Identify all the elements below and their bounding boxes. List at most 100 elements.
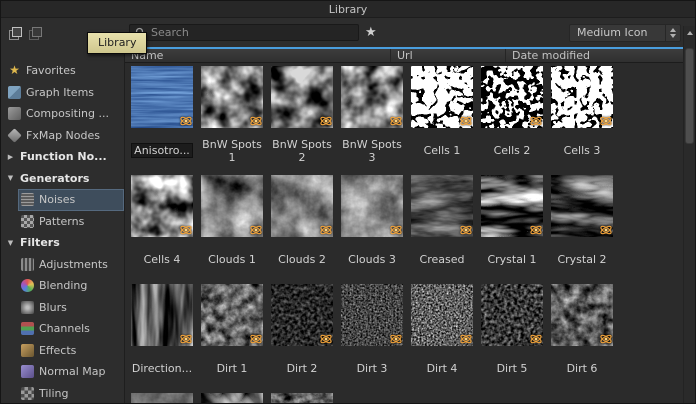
- library-item-creased[interactable]: Creased: [409, 175, 475, 282]
- sidebar-item-blurs[interactable]: Blurs: [18, 297, 124, 319]
- search-box[interactable]: [129, 24, 359, 41]
- library-item-cells-3[interactable]: Cells 3: [549, 66, 615, 173]
- library-item-clouds-3[interactable]: Clouds 3: [339, 175, 405, 282]
- sidebar-item-label: Generators: [20, 171, 90, 185]
- library-item-dirt-gradient[interactable]: Dirt Gradient: [129, 393, 195, 403]
- library-item-anisotro[interactable]: Anisotro...: [129, 66, 195, 173]
- tooltip-text: Library: [98, 36, 137, 49]
- thumbnail-label: BnW Spots 2: [272, 137, 332, 164]
- sidebar-item-adjustments[interactable]: Adjustments: [18, 254, 124, 276]
- thumbnail-image: [201, 393, 263, 403]
- thumbnail-image: [201, 284, 263, 346]
- channels-icon: [21, 322, 34, 336]
- library-item-dirt-1[interactable]: Dirt 1: [199, 284, 265, 391]
- thumbnail-image: [411, 284, 473, 346]
- sidebar-item-fxmap-nodes[interactable]: FxMap Nodes: [1, 125, 124, 147]
- sidebar-item-label: Effects: [39, 343, 77, 357]
- dropdown-spinner-icon[interactable]: [665, 24, 680, 41]
- normalmap-icon: [21, 365, 34, 379]
- generator-badge-icon: [250, 334, 262, 344]
- sidebar-item-compositing[interactable]: Compositing ...: [1, 103, 124, 125]
- column-header-url[interactable]: Url: [391, 49, 506, 62]
- noises-icon: [21, 193, 34, 207]
- sidebar-item-label: Tiling: [39, 386, 69, 400]
- sidebar-item-generators[interactable]: ▼ Generators: [1, 168, 124, 190]
- library-item-dirt-4[interactable]: Dirt 4: [409, 284, 475, 391]
- sidebar-item-noises[interactable]: Noises: [18, 189, 124, 211]
- thumbnail-label: Anisotro...: [132, 144, 192, 157]
- panel-body: Favorites Graph Items Compositing ... Fx…: [1, 47, 695, 404]
- expand-arrow-icon[interactable]: ▼: [6, 174, 15, 182]
- sidebar-item-patterns[interactable]: Patterns: [18, 211, 124, 233]
- sidebar-item-favorites[interactable]: Favorites: [1, 60, 124, 82]
- view-mode-dropdown[interactable]: Medium Icon: [569, 23, 681, 42]
- generator-badge-icon: [460, 225, 472, 235]
- library-item-cells-4[interactable]: Cells 4: [129, 175, 195, 282]
- thumbnail-label: Cells 2: [493, 144, 531, 157]
- generator-badge-icon: [600, 116, 612, 126]
- thumbnail-label: Dirt 1: [216, 362, 248, 375]
- column-header-name[interactable]: Name: [125, 49, 391, 62]
- library-item-dirt-3[interactable]: Dirt 3: [339, 284, 405, 391]
- sidebar-item-normal-map[interactable]: Normal Map: [18, 361, 124, 383]
- library-item-direction[interactable]: Direction...: [129, 284, 195, 391]
- view-mode-value: Medium Icon: [577, 26, 648, 39]
- sidebar-item-function-no[interactable]: ▶ Function No...: [1, 146, 124, 168]
- thumbnail-label: Direction...: [131, 362, 193, 375]
- library-item-dirt-6[interactable]: Dirt 6: [549, 284, 615, 391]
- thumbnail-image: [131, 66, 193, 128]
- generator-badge-icon: [180, 334, 192, 344]
- spinner-up-icon[interactable]: [670, 27, 676, 32]
- generator-badge-icon: [530, 116, 542, 126]
- favorites-filter-icon[interactable]: ★: [365, 24, 377, 41]
- thumbnail-grid: Anisotro... BnW Spots 1 BnW Spots 2 BnW …: [125, 63, 683, 403]
- new-package-icon[interactable]: [6, 24, 24, 42]
- library-item-cells-2[interactable]: Cells 2: [479, 66, 545, 173]
- library-item-fluid[interactable]: Fluid: [199, 393, 265, 403]
- import-package-icon[interactable]: [26, 24, 44, 42]
- sidebar-item-channels[interactable]: Channels: [18, 318, 124, 340]
- library-item-cells-1[interactable]: Cells 1: [409, 66, 475, 173]
- thumbnail-image: [411, 66, 473, 128]
- library-item-dirt-2[interactable]: Dirt 2: [269, 284, 335, 391]
- search-input[interactable]: [151, 26, 353, 39]
- sidebar-item-label: Filters: [20, 236, 60, 250]
- sidebar-item-label: Channels: [39, 322, 90, 336]
- sidebar-item-label: Blurs: [39, 300, 67, 314]
- library-item-clouds-2[interactable]: Clouds 2: [269, 175, 335, 282]
- library-item-bnw-spots-3[interactable]: BnW Spots 3: [339, 66, 405, 173]
- library-item-fractal-sum-1[interactable]: Fractal Sum 1: [269, 393, 335, 403]
- sidebar-item-tiling[interactable]: Tiling: [18, 383, 124, 404]
- column-header-date-modified[interactable]: Date modified: [506, 49, 683, 62]
- sidebar-item-blending[interactable]: Blending: [18, 275, 124, 297]
- panel-titlebar[interactable]: Library: [1, 1, 695, 18]
- sidebar-item-label: Blending: [39, 279, 88, 293]
- vertical-scrollbar[interactable]: [683, 26, 695, 403]
- thumbnail-label: Dirt 6: [566, 362, 598, 375]
- thumbnail-image: [271, 393, 333, 403]
- library-item-dirt-5[interactable]: Dirt 5: [479, 284, 545, 391]
- library-panel: Library ★ Medium Icon Favorites Graph I: [0, 0, 696, 404]
- sidebar-item-graph-items[interactable]: Graph Items: [1, 82, 124, 104]
- expand-arrow-icon[interactable]: ▼: [6, 239, 15, 247]
- tiling-icon: [21, 386, 34, 400]
- thumbnail-image: [201, 66, 263, 128]
- generator-badge-icon: [320, 116, 332, 126]
- library-item-crystal-2[interactable]: Crystal 2: [549, 175, 615, 282]
- blending-icon: [21, 279, 34, 293]
- sidebar-item-filters[interactable]: ▼ Filters: [1, 232, 124, 254]
- library-item-bnw-spots-1[interactable]: BnW Spots 1: [199, 66, 265, 173]
- expand-arrow-icon[interactable]: ▶: [6, 153, 15, 161]
- adjustments-icon: [21, 257, 34, 271]
- spinner-down-icon[interactable]: [670, 33, 676, 38]
- library-item-bnw-spots-2[interactable]: BnW Spots 2: [269, 66, 335, 173]
- scrollbar-thumb[interactable]: [685, 48, 694, 144]
- sidebar: Favorites Graph Items Compositing ... Fx…: [1, 47, 125, 404]
- thumbnail-label: BnW Spots 3: [342, 137, 402, 164]
- scroll-up-icon[interactable]: [684, 26, 695, 40]
- sidebar-item-effects[interactable]: Effects: [18, 340, 124, 362]
- library-item-clouds-1[interactable]: Clouds 1: [199, 175, 265, 282]
- library-item-crystal-1[interactable]: Crystal 1: [479, 175, 545, 282]
- thumbnail-image: [341, 66, 403, 128]
- thumbnail-image: [481, 284, 543, 346]
